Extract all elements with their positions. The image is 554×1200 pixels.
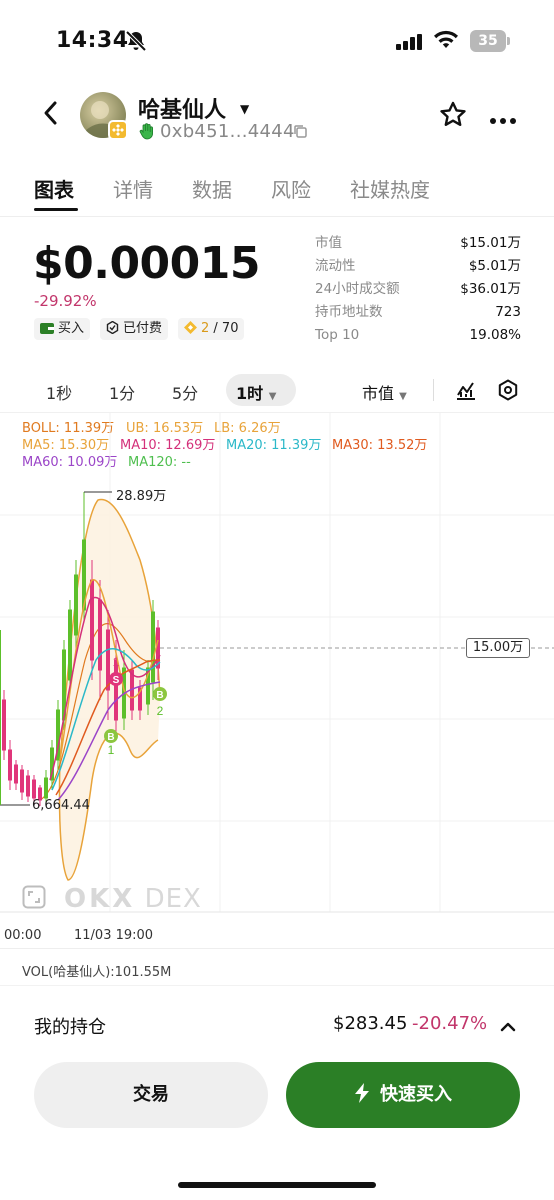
tab-risk[interactable]: 风险 <box>271 174 311 203</box>
metric-label: 市值 <box>362 384 395 403</box>
stat-volume-24h: 24小时成交额 $36.01万 <box>315 278 521 301</box>
paid-icon <box>106 320 119 342</box>
metric-caret-icon: ▼ <box>399 391 407 402</box>
indicator-chart-icon[interactable] <box>455 379 477 405</box>
home-indicator <box>178 1182 376 1188</box>
stat-label: 市值 <box>315 235 342 251</box>
mute-bell-icon <box>124 30 148 56</box>
count-rest: / 70 <box>209 321 239 336</box>
low-price-label: 6,664.44 <box>32 798 90 813</box>
x-tick-label: 00:00 <box>4 928 42 943</box>
watermark-brand: OKX <box>64 884 136 914</box>
quick-buy-button[interactable]: 快速买入 <box>286 1062 520 1128</box>
sell-marker-1-letter: S <box>113 675 120 686</box>
wifi-icon <box>433 30 459 54</box>
trade-button[interactable]: 交易 <box>34 1062 268 1128</box>
stat-value: $36.01万 <box>460 281 521 297</box>
stat-label: 24小时成交额 <box>315 281 400 297</box>
stat-market-cap: 市值 $15.01万 <box>315 232 521 255</box>
holders-count: 2 / 70 <box>201 321 238 336</box>
bnb-diamond-icon <box>184 320 197 342</box>
stat-value: 723 <box>495 304 521 320</box>
battery-icon: 35 <box>470 30 506 52</box>
volume-label: VOL(哈基仙人):101.55M <box>22 965 172 980</box>
buy-marker-1-letter: B <box>107 732 114 743</box>
sell-marker-1-count: 1 <box>113 655 120 669</box>
interval-1h-label: 1时 <box>236 384 264 403</box>
token-name[interactable]: 哈基仙人 <box>138 92 226 124</box>
stat-top10: Top 10 19.08% <box>315 324 521 347</box>
interval-5m[interactable]: 5分 <box>172 380 198 404</box>
paid-chip[interactable]: 已付费 <box>100 318 169 342</box>
stat-holders: 持币地址数 723 <box>315 301 521 324</box>
paid-chip-label: 已付费 <box>123 321 163 336</box>
toolbar-separator <box>433 379 434 401</box>
buy-chip[interactable]: 买入 <box>34 318 91 342</box>
buy-marker-2-letter: B <box>156 690 163 701</box>
current-price: $0.00015 <box>33 238 261 289</box>
high-price-label: 28.89万 <box>116 489 167 504</box>
hand-icon <box>138 122 156 144</box>
fullscreen-expand-icon[interactable] <box>22 885 46 913</box>
interval-1s[interactable]: 1秒 <box>46 380 72 404</box>
x-tick-label: 11/03 19:00 <box>74 928 154 943</box>
chain-badge-icon <box>108 120 128 140</box>
tab-chart[interactable]: 图表 <box>34 174 74 203</box>
holdings-label: 我的持仓 <box>34 1017 106 1038</box>
stat-label: 流动性 <box>315 258 356 274</box>
metric-select[interactable]: 市值 ▼ <box>362 380 407 404</box>
contract-address[interactable]: 0xb451...4444 <box>160 121 295 142</box>
watermark-suffix: DEX <box>144 884 202 914</box>
holders-chip[interactable]: 2 / 70 <box>178 318 245 342</box>
buy-marker-1-count: 1 <box>108 743 115 757</box>
stat-value: $15.01万 <box>460 235 521 251</box>
interval-1h[interactable]: 1时 ▼ <box>236 380 276 404</box>
current-price-tag: 15.00万 <box>466 638 530 658</box>
volume-divider <box>0 948 554 949</box>
active-tab-indicator <box>34 208 78 211</box>
chevron-up-icon[interactable] <box>500 1018 516 1037</box>
tab-social[interactable]: 社媒热度 <box>350 174 430 203</box>
okx-dex-watermark: OKX DEX <box>64 884 202 914</box>
chart-settings-icon[interactable] <box>497 379 519 405</box>
holdings-change: -20.47% <box>412 1013 488 1034</box>
cellular-signal-icon <box>396 34 424 54</box>
wallet-icon <box>40 320 54 342</box>
status-time: 14:34 <box>56 28 129 53</box>
buy-chip-label: 买入 <box>58 321 85 336</box>
tabs-divider <box>0 216 554 217</box>
more-icon[interactable] <box>489 110 517 129</box>
volume-bottom-divider <box>0 985 554 986</box>
back-button[interactable] <box>38 98 64 132</box>
battery-tip <box>507 37 510 45</box>
copy-icon[interactable] <box>293 124 308 143</box>
interval-caret-icon: ▼ <box>268 391 277 402</box>
stats-panel: 市值 $15.01万 流动性 $5.01万 24小时成交额 $36.01万 持币地址数… <box>315 232 521 347</box>
holdings-value: $283.45 <box>333 1013 408 1034</box>
stat-label: Top 10 <box>315 327 360 343</box>
favorite-star-icon[interactable] <box>438 100 468 134</box>
quick-buy-label: 快速买入 <box>380 1084 452 1105</box>
stat-label: 持币地址数 <box>315 304 383 320</box>
stat-value: $5.01万 <box>468 258 521 274</box>
stat-liquidity: 流动性 $5.01万 <box>315 255 521 278</box>
caret-down-icon[interactable]: ▼ <box>240 102 249 116</box>
tab-data[interactable]: 数据 <box>192 174 232 203</box>
stat-value: 19.08% <box>469 327 521 343</box>
buy-marker-2-count: 2 <box>157 704 164 718</box>
interval-1m[interactable]: 1分 <box>109 380 135 404</box>
tab-details[interactable]: 详情 <box>113 174 153 203</box>
price-change: -29.92% <box>34 292 97 310</box>
price-chart[interactable]: B 1 S 1 B 2 <box>0 412 554 942</box>
lightning-icon <box>354 1065 370 1131</box>
